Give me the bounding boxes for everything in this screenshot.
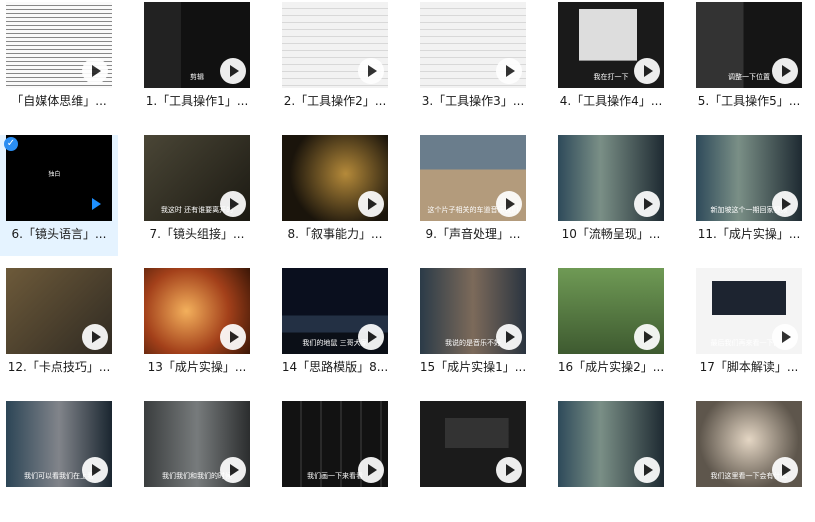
video-thumbnail[interactable]: 我们可以看我们在上看 bbox=[6, 401, 112, 487]
video-tile[interactable]: 我们可以看我们在上看 bbox=[0, 401, 118, 522]
thumbnail-subtitle: 独白 bbox=[48, 171, 61, 179]
play-icon[interactable] bbox=[82, 58, 108, 84]
video-tile[interactable]: 独白 ✓ 6.「镜头语言」... bbox=[0, 135, 118, 256]
play-icon[interactable] bbox=[358, 58, 384, 84]
play-icon[interactable] bbox=[220, 58, 246, 84]
video-tile[interactable] bbox=[552, 401, 670, 522]
video-tile[interactable]: 10「流畅呈现」... bbox=[552, 135, 670, 256]
play-icon[interactable] bbox=[220, 324, 246, 350]
video-thumbnail[interactable] bbox=[420, 2, 526, 88]
play-icon[interactable] bbox=[772, 457, 798, 483]
play-icon[interactable] bbox=[220, 457, 246, 483]
video-tile[interactable]: 我们画一下来看看 bbox=[276, 401, 394, 522]
video-thumbnail[interactable]: 独白 bbox=[6, 135, 112, 221]
video-tile[interactable]: 3.「工具操作3」... bbox=[414, 2, 532, 123]
video-thumbnail[interactable] bbox=[420, 401, 526, 487]
video-thumbnail[interactable] bbox=[558, 401, 664, 487]
video-thumbnail[interactable]: 新加坡这个一期回家视频 bbox=[696, 135, 802, 221]
video-thumbnail[interactable]: 我们画一下来看看 bbox=[282, 401, 388, 487]
play-icon[interactable] bbox=[772, 324, 798, 350]
play-icon[interactable] bbox=[772, 58, 798, 84]
video-tile[interactable]: 我说的是音乐不好 15「成片实操1」... bbox=[414, 268, 532, 389]
play-icon[interactable] bbox=[82, 457, 108, 483]
video-tile[interactable]: 8.「叙事能力」... bbox=[276, 135, 394, 256]
video-caption: 2.「工具操作2」... bbox=[283, 94, 387, 108]
video-tile[interactable]: 我这时 还有谁要离开的 7.「镜头组接」... bbox=[138, 135, 256, 256]
play-icon[interactable] bbox=[496, 58, 522, 84]
video-thumbnail[interactable] bbox=[6, 268, 112, 354]
play-icon[interactable] bbox=[358, 457, 384, 483]
video-tile[interactable]: 我们的地鼠 三哥大家 14「思路模版」8... bbox=[276, 268, 394, 389]
video-thumbnail[interactable] bbox=[282, 135, 388, 221]
video-caption: 9.「声音处理」... bbox=[425, 227, 521, 241]
video-caption: 10「流畅呈现」... bbox=[561, 227, 661, 241]
play-icon[interactable] bbox=[220, 191, 246, 217]
video-tile[interactable] bbox=[414, 401, 532, 522]
video-tile[interactable]: 我在打一下 4.「工具操作4」... bbox=[552, 2, 670, 123]
video-thumbnail[interactable]: 我们的地鼠 三哥大家 bbox=[282, 268, 388, 354]
video-tile[interactable]: 16「成片实操2」... bbox=[552, 268, 670, 389]
video-caption: 8.「叙事能力」... bbox=[287, 227, 383, 241]
video-grid: 「自媒体思维」... 剪辑 1.「工具操作1」... 2.「工具操作2」... 3.「工… bbox=[0, 0, 815, 494]
video-caption: 14「思路模版」8... bbox=[281, 360, 389, 374]
video-thumbnail[interactable]: 我说的是音乐不好 bbox=[420, 268, 526, 354]
video-caption: 4.「工具操作4」... bbox=[559, 94, 663, 108]
video-thumbnail[interactable]: 这个片子相关的车道音乐我们 bbox=[420, 135, 526, 221]
video-tile[interactable]: 我们我们和我们的时候 bbox=[138, 401, 256, 522]
video-thumbnail[interactable]: 我在打一下 bbox=[558, 2, 664, 88]
selected-check-icon[interactable]: ✓ bbox=[4, 137, 18, 151]
play-icon[interactable] bbox=[496, 191, 522, 217]
video-tile[interactable]: 2.「工具操作2」... bbox=[276, 2, 394, 123]
video-thumbnail[interactable]: 调整一下位置 bbox=[696, 2, 802, 88]
video-tile[interactable]: 调整一下位置 5.「工具操作5」... bbox=[690, 2, 808, 123]
video-tile[interactable]: 最后我们再来看一下图片 17「脚本解读」... bbox=[690, 268, 808, 389]
video-thumbnail[interactable] bbox=[6, 2, 112, 88]
play-icon[interactable] bbox=[634, 58, 660, 84]
video-tile[interactable]: 我们这里看一下会有什么 bbox=[690, 401, 808, 522]
video-caption: 3.「工具操作3」... bbox=[421, 94, 525, 108]
video-thumbnail[interactable]: 我们我们和我们的时候 bbox=[144, 401, 250, 487]
play-icon[interactable] bbox=[358, 324, 384, 350]
video-tile[interactable]: 新加坡这个一期回家视频 11.「成片实操」... bbox=[690, 135, 808, 256]
play-icon[interactable] bbox=[634, 324, 660, 350]
video-caption: 12.「卡点技巧」... bbox=[7, 360, 111, 374]
video-caption: 13「成片实操」... bbox=[147, 360, 247, 374]
video-thumbnail[interactable]: 我这时 还有谁要离开的 bbox=[144, 135, 250, 221]
play-icon[interactable] bbox=[496, 457, 522, 483]
video-caption: 17「脚本解读」... bbox=[699, 360, 799, 374]
video-caption: 7.「镜头组接」... bbox=[149, 227, 245, 241]
play-icon[interactable] bbox=[82, 324, 108, 350]
play-icon[interactable] bbox=[634, 457, 660, 483]
video-caption: 16「成片实操2」... bbox=[557, 360, 665, 374]
play-icon[interactable] bbox=[358, 191, 384, 217]
play-icon[interactable] bbox=[634, 191, 660, 217]
video-caption: 15「成片实操1」... bbox=[419, 360, 527, 374]
video-thumbnail[interactable] bbox=[282, 2, 388, 88]
video-tile[interactable]: 这个片子相关的车道音乐我们 9.「声音处理」... bbox=[414, 135, 532, 256]
play-icon[interactable] bbox=[82, 191, 108, 217]
video-tile[interactable]: 「自媒体思维」... bbox=[0, 2, 118, 123]
video-caption: 「自媒体思维」... bbox=[11, 94, 107, 108]
play-icon[interactable] bbox=[772, 191, 798, 217]
video-thumbnail[interactable] bbox=[144, 268, 250, 354]
video-thumbnail[interactable] bbox=[558, 268, 664, 354]
play-icon[interactable] bbox=[496, 324, 522, 350]
video-thumbnail[interactable]: 我们这里看一下会有什么 bbox=[696, 401, 802, 487]
video-tile[interactable]: 剪辑 1.「工具操作1」... bbox=[138, 2, 256, 123]
video-thumbnail[interactable]: 剪辑 bbox=[144, 2, 250, 88]
video-caption: 6.「镜头语言」... bbox=[11, 227, 107, 241]
video-thumbnail[interactable] bbox=[558, 135, 664, 221]
video-caption: 1.「工具操作1」... bbox=[145, 94, 249, 108]
video-thumbnail[interactable]: 最后我们再来看一下图片 bbox=[696, 268, 802, 354]
video-tile[interactable]: 12.「卡点技巧」... bbox=[0, 268, 118, 389]
video-tile[interactable]: 13「成片实操」... bbox=[138, 268, 256, 389]
video-caption: 5.「工具操作5」... bbox=[697, 94, 801, 108]
video-caption: 11.「成片实操」... bbox=[697, 227, 801, 241]
